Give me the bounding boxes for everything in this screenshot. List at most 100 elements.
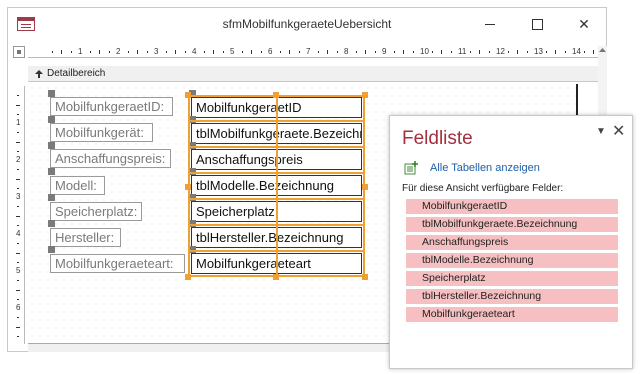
- ruler-number: 9: [382, 47, 387, 56]
- ruler-tick: [241, 51, 243, 53]
- ruler-number: 10: [420, 47, 429, 56]
- field-list-item[interactable]: tblModelle.Bezeichnung: [406, 253, 618, 268]
- ruler-number: 13: [534, 47, 543, 56]
- label-control[interactable]: MobilfunkgeraetID:: [50, 97, 173, 116]
- field-list-item[interactable]: Speicherplatz: [406, 271, 618, 286]
- selection-divider: [188, 120, 365, 122]
- ruler-tick: [583, 51, 585, 53]
- maximize-button[interactable]: [523, 14, 551, 34]
- move-handle[interactable]: [48, 90, 55, 97]
- ruler-number: 6: [268, 47, 273, 56]
- ruler-tick: [89, 51, 91, 53]
- section-header-detail[interactable]: Detailbereich: [28, 66, 598, 82]
- section-label: Detailbereich: [47, 68, 106, 79]
- ruler-tick: [137, 50, 138, 54]
- resize-handle[interactable]: [185, 92, 191, 98]
- label-control[interactable]: Mobilfunkgeraeteart:: [50, 254, 185, 273]
- ruler-tick: [165, 51, 167, 53]
- resize-handle[interactable]: [362, 184, 368, 190]
- ruler-tick: [260, 51, 262, 53]
- field-list-item[interactable]: tblHersteller.Bezeichnung: [406, 289, 618, 304]
- ruler-tick: [279, 51, 281, 53]
- label-control[interactable]: Speicherplatz:: [50, 202, 142, 221]
- resize-handle[interactable]: [185, 274, 191, 280]
- ruler-tick: [127, 51, 129, 53]
- selection-divider: [188, 146, 365, 148]
- ruler-tick: [17, 298, 19, 300]
- resize-handle[interactable]: [362, 274, 368, 280]
- ruler-tick: [431, 51, 433, 53]
- move-handle[interactable]: [48, 142, 55, 149]
- form-selector[interactable]: [13, 46, 25, 58]
- label-control[interactable]: Modell:: [50, 176, 105, 195]
- ruler-number: 3: [16, 192, 21, 201]
- resize-handle[interactable]: [362, 92, 368, 98]
- ruler-tick: [298, 51, 300, 53]
- minimize-button[interactable]: [476, 14, 504, 34]
- section-arrow-icon: [35, 70, 43, 78]
- move-handle[interactable]: [48, 168, 55, 175]
- ruler-tick: [403, 50, 404, 54]
- field-list-item[interactable]: Anschaffungspreis: [406, 235, 618, 250]
- ruler-tick: [61, 50, 62, 54]
- scroll-up-icon[interactable]: [598, 46, 607, 55]
- resize-handle[interactable]: [273, 92, 279, 98]
- ruler-tick: [108, 51, 110, 53]
- selection-divider: [188, 198, 365, 200]
- ruler-tick: [17, 132, 19, 134]
- ruler-tick: [16, 178, 20, 180]
- pane-title: Feldliste: [402, 128, 473, 149]
- horizontal-ruler[interactable]: 1 2 3 4 5 6 7 8 9 10 11 12 13 14: [28, 46, 598, 58]
- vertical-ruler[interactable]: 1 2 3 4 5 6: [13, 86, 25, 344]
- pane-options-chevron-icon[interactable]: ▼: [596, 126, 606, 137]
- ruler-tick: [317, 51, 319, 53]
- ruler-tick: [412, 51, 414, 53]
- ruler-tick: [17, 95, 19, 97]
- ruler-number: 1: [16, 118, 21, 127]
- move-handle[interactable]: [48, 116, 55, 123]
- ruler-tick: [70, 51, 72, 53]
- label-control[interactable]: Mobilfunkgerät:: [50, 123, 153, 142]
- pane-close-icon[interactable]: ✕: [612, 121, 625, 141]
- ruler-tick: [16, 104, 20, 106]
- resize-handle[interactable]: [273, 274, 279, 280]
- label-control[interactable]: Hersteller:: [50, 228, 121, 247]
- show-all-tables-link[interactable]: Alle Tabellen anzeigen: [430, 162, 540, 174]
- ruler-tick: [289, 50, 290, 54]
- show-all-tables-icon[interactable]: [404, 161, 418, 175]
- close-button[interactable]: ✕: [570, 14, 598, 34]
- ruler-tick: [16, 252, 20, 254]
- field-list-pane: Feldliste ▼ ✕ Alle Tabellen anzeigen Für…: [389, 115, 633, 369]
- ruler-tick: [374, 51, 376, 53]
- ruler-number: 1: [78, 47, 83, 56]
- ruler-tick: [450, 51, 452, 53]
- ruler-tick: [17, 224, 19, 226]
- ruler-number: 4: [192, 47, 197, 56]
- move-handle[interactable]: [48, 246, 55, 253]
- field-list-item[interactable]: tblMobilfunkgeraete.Bezeichnung: [406, 217, 618, 232]
- field-list-item[interactable]: MobilfunkgeraetID: [406, 199, 618, 214]
- ruler-number: 7: [306, 47, 311, 56]
- ruler-tick: [99, 50, 100, 54]
- ruler-tick: [545, 51, 547, 53]
- window-title: sfmMobilfunkgeraeteUebersicht: [222, 17, 392, 31]
- ruler-tick: [146, 51, 148, 53]
- ruler-tick: [517, 50, 518, 54]
- label-control[interactable]: Anschaffungspreis:: [50, 149, 171, 168]
- ruler-tick: [17, 113, 19, 115]
- ruler-tick: [17, 280, 19, 282]
- ruler-tick: [16, 141, 20, 143]
- field-list-item[interactable]: Mobilfunkgeraeteart: [406, 307, 618, 322]
- ruler-tick: [336, 51, 338, 53]
- ruler-number: 14: [572, 47, 581, 56]
- title-bar[interactable]: sfmMobilfunkgeraeteUebersicht ✕: [8, 8, 606, 40]
- ruler-tick: [17, 187, 19, 189]
- resize-handle[interactable]: [185, 184, 191, 190]
- move-handle[interactable]: [48, 194, 55, 201]
- move-handle[interactable]: [48, 220, 55, 227]
- available-fields-list: MobilfunkgeraetID tblMobilfunkgeraete.Be…: [406, 199, 618, 325]
- ruler-tick: [355, 51, 357, 53]
- ruler-tick: [17, 243, 19, 245]
- ruler-number: 11: [458, 47, 467, 56]
- ruler-tick: [593, 50, 594, 54]
